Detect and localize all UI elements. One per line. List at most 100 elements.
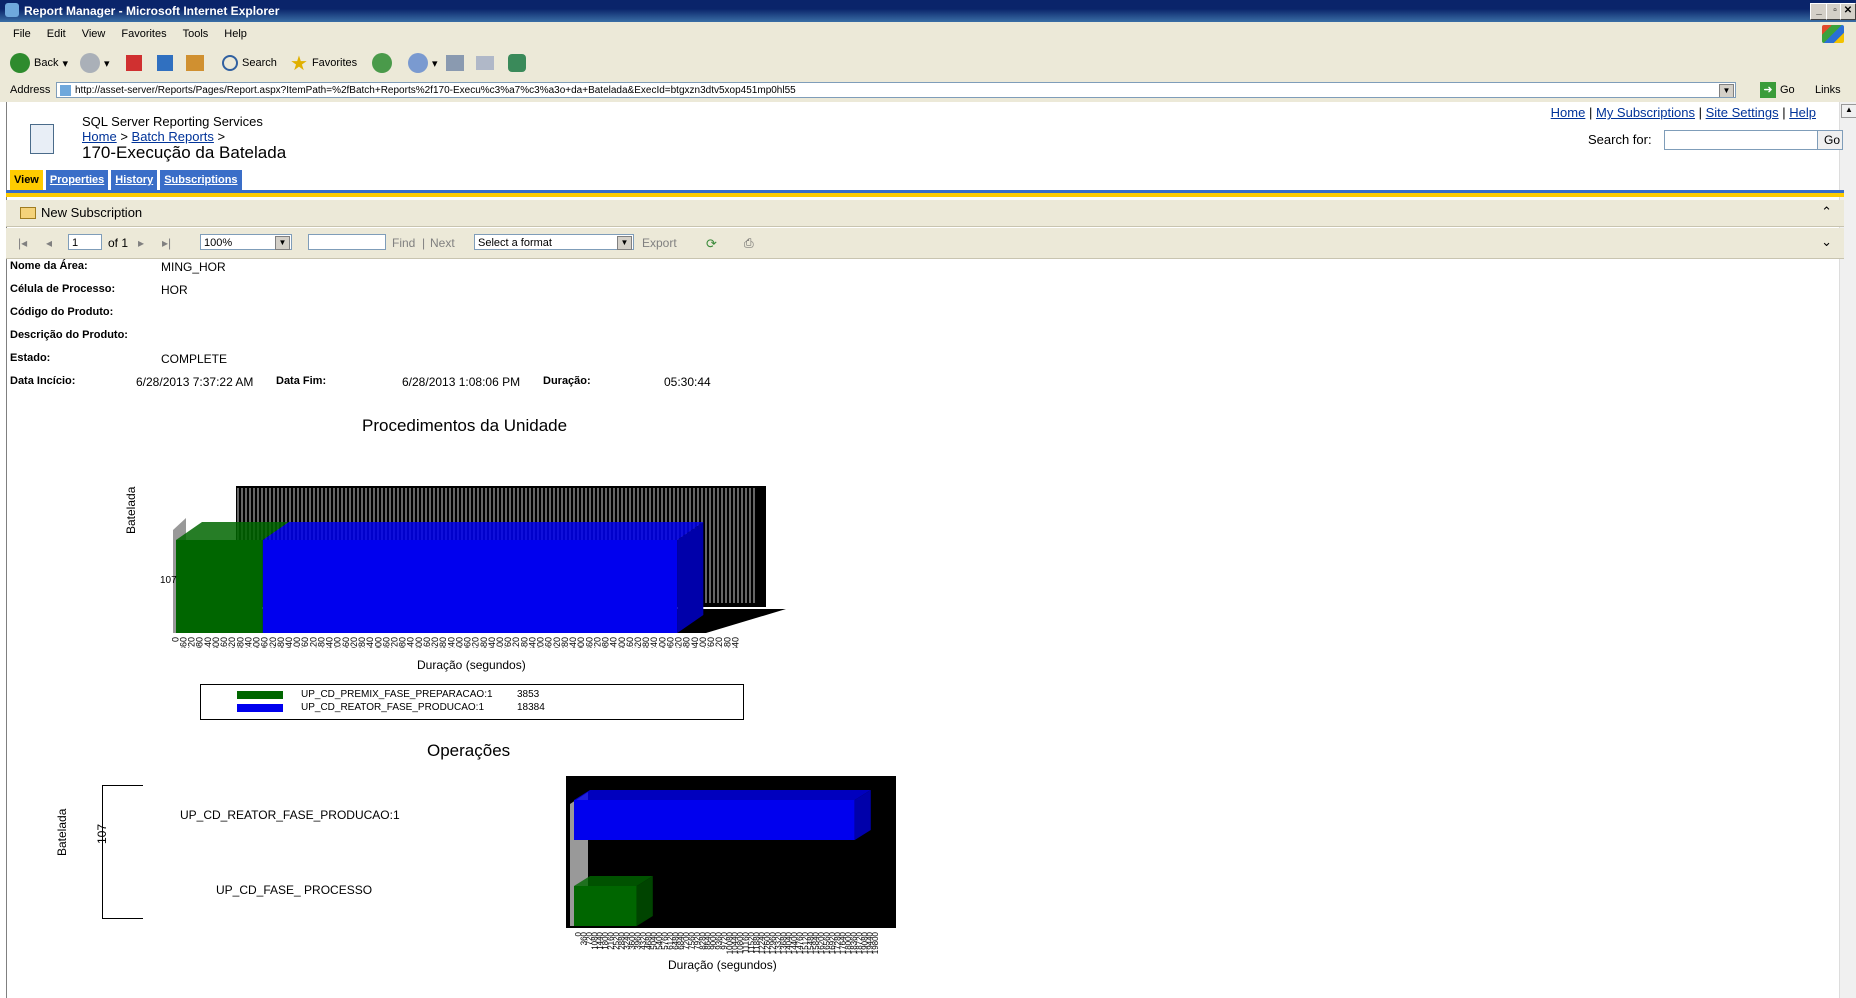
search-go-button[interactable]: Go	[1817, 130, 1843, 150]
find-link[interactable]: Find	[392, 236, 415, 250]
my-subscriptions-link[interactable]: My Subscriptions	[1596, 105, 1695, 120]
menu-bar: File Edit View Favorites Tools Help	[0, 22, 1856, 47]
chart2-cat-reator: UP_CD_REATOR_FASE_PRODUCAO:1	[180, 808, 400, 822]
menu-edit[interactable]: Edit	[47, 28, 66, 40]
print-report-icon[interactable]: ⎙	[744, 236, 754, 251]
find-input[interactable]	[308, 234, 386, 250]
start-label: Data Incício:	[10, 375, 76, 387]
menu-file[interactable]: File	[13, 28, 31, 40]
end-value: 6/28/2013 1:08:06 PM	[402, 375, 521, 389]
refresh-button[interactable]	[157, 51, 173, 75]
window-titlebar: Report Manager - Microsoft Internet Expl…	[0, 0, 1856, 22]
go-arrow-icon: ➜	[1760, 82, 1776, 98]
end-label: Data Fim:	[276, 375, 327, 387]
edit-button[interactable]	[476, 51, 494, 75]
close-button[interactable]: ✕	[1840, 3, 1856, 20]
tab-view[interactable]: View	[10, 170, 43, 190]
legend-swatch-premix	[237, 691, 283, 699]
search-input[interactable]	[1664, 130, 1820, 150]
chart1-xtick: 24840	[730, 637, 740, 648]
menu-view[interactable]: View	[82, 28, 106, 40]
menu-tools[interactable]: Tools	[183, 28, 209, 40]
collapse-down-icon[interactable]: ⌄	[1821, 234, 1832, 250]
back-arrow-icon	[10, 53, 30, 73]
chart1-bar-0	[176, 540, 263, 633]
chart1-plot: 1070360720108014401800216025202880324036…	[160, 486, 786, 648]
tab-bar: View Properties History Subscriptions	[10, 170, 242, 190]
address-dropdown-icon[interactable]: ▼	[1719, 84, 1734, 97]
prev-page-icon[interactable]: ◂	[46, 236, 52, 250]
chart2-plot: 0360720108014401800216025202880324036003…	[566, 776, 896, 954]
refresh-icon	[157, 55, 173, 71]
window-title: Report Manager - Microsoft Internet Expl…	[24, 4, 280, 18]
go-button[interactable]: ➜ Go	[1760, 82, 1795, 98]
favorites-button[interactable]: ★ Favorites	[290, 51, 357, 75]
menu-help[interactable]: Help	[224, 28, 247, 40]
forward-arrow-icon	[80, 53, 100, 73]
star-icon: ★	[290, 52, 308, 75]
next-page-icon[interactable]: ▸	[138, 236, 144, 250]
stop-icon	[126, 55, 142, 71]
legend-swatch-reator	[237, 704, 283, 712]
new-subscription-button[interactable]: New Subscription	[20, 205, 142, 220]
zoom-dropdown-icon: ▼	[275, 236, 290, 250]
history-button[interactable]	[372, 51, 392, 75]
tab-history[interactable]: History	[111, 170, 158, 190]
export-format-select[interactable]: Select a format ▼	[474, 234, 634, 250]
windows-logo-icon	[1822, 25, 1844, 43]
area-label: Nome da Área:	[10, 260, 88, 272]
mail-button[interactable]: ▾	[408, 51, 438, 75]
print-button[interactable]	[446, 51, 464, 75]
zoom-select[interactable]: 100% ▼	[200, 234, 292, 250]
start-value: 6/28/2013 7:37:22 AM	[136, 375, 254, 389]
export-link[interactable]: Export	[642, 236, 677, 250]
page-number-input[interactable]: 1	[68, 234, 102, 250]
menu-favorites[interactable]: Favorites	[121, 28, 166, 40]
report-icon	[30, 124, 54, 154]
refresh-report-icon[interactable]: ⟳	[706, 236, 717, 252]
site-settings-link[interactable]: Site Settings	[1706, 105, 1779, 120]
first-page-icon[interactable]: |◂	[18, 236, 27, 250]
help-link[interactable]: Help	[1789, 105, 1816, 120]
tab-properties[interactable]: Properties	[45, 170, 109, 190]
collapse-up-icon[interactable]: ⌃	[1821, 204, 1832, 220]
address-bar: Address http://asset-server/Reports/Page…	[0, 80, 1856, 103]
search-label: Search for:	[1588, 132, 1652, 147]
history-icon	[372, 53, 392, 73]
chart2-ylabel: Batelada	[55, 808, 69, 856]
envelope-icon	[20, 206, 36, 219]
chart2-title: Operações	[427, 741, 511, 760]
search-button[interactable]: Search	[222, 51, 277, 75]
legend-name-premix: UP_CD_PREMIX_FASE_PREPARACAO:1	[301, 689, 493, 700]
chart1-xlabel: Duração (segundos)	[417, 658, 526, 672]
report-content: Nome da Área: MING_HOR Célula de Process…	[6, 258, 1824, 998]
chart1-ylabel: Batelada	[124, 486, 138, 534]
stop-button[interactable]	[126, 51, 142, 75]
chart2-bar-0	[574, 800, 855, 840]
address-label: Address	[10, 84, 51, 96]
chart1-legend: UP_CD_PREMIX_FASE_PREPARACAO:1 3853 UP_C…	[200, 684, 744, 720]
messenger-button[interactable]	[508, 51, 526, 75]
home-link[interactable]: Home	[1551, 105, 1586, 120]
chart1-bar-1	[262, 540, 678, 633]
browser-toolbar: Back ▾ ▾ Search ★ Favorites ▾	[0, 46, 1856, 81]
scroll-up-arrow[interactable]: ▲	[1841, 104, 1856, 118]
magnifier-icon	[222, 55, 238, 71]
tab-subscriptions[interactable]: Subscriptions	[160, 170, 242, 190]
breadcrumb-batch-reports[interactable]: Batch Reports	[132, 129, 214, 144]
state-value: COMPLETE	[161, 352, 228, 366]
chart2-xlabel: Duração (segundos)	[668, 958, 777, 972]
home-button[interactable]	[186, 51, 204, 75]
links-button[interactable]: Links	[1815, 84, 1841, 96]
breadcrumb-home[interactable]: Home	[82, 129, 117, 144]
state-label: Estado:	[10, 352, 51, 364]
address-input[interactable]: http://asset-server/Reports/Pages/Report…	[56, 82, 1736, 98]
forward-button[interactable]: ▾	[80, 51, 110, 75]
back-button[interactable]: Back ▾	[10, 51, 68, 75]
chart1-ytick: 107	[160, 575, 177, 586]
duration-label: Duração:	[543, 375, 591, 387]
next-link[interactable]: Next	[430, 236, 455, 250]
last-page-icon[interactable]: ▸|	[162, 236, 171, 250]
mail-icon	[408, 53, 428, 73]
chart1-bar-side	[677, 522, 704, 633]
